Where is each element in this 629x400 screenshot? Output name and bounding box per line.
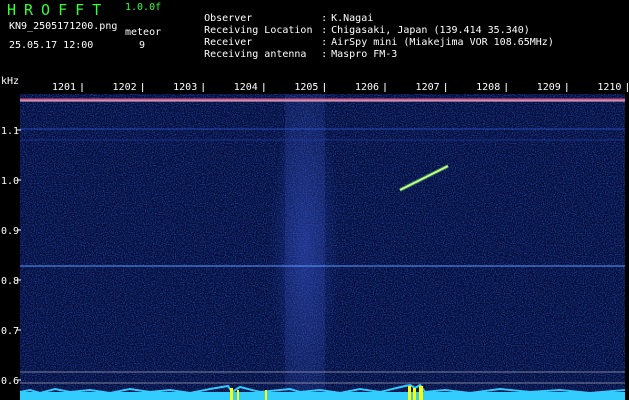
x-tick-label: 1206	[355, 82, 379, 93]
y-tick-label: 1.0	[1, 176, 19, 187]
x-tick-label: 1201	[52, 82, 76, 93]
info-key: Receiving antenna	[204, 49, 307, 60]
x-tick-label: 1210	[597, 82, 621, 93]
meteor-label: meteor	[125, 27, 162, 38]
version-label: 1.0.0f	[125, 2, 162, 13]
y-tick-label: 0.8	[1, 276, 19, 287]
echo-marker	[413, 388, 416, 400]
x-tick-label: 1204	[234, 82, 258, 93]
filename-label: KN9_2505171200.png	[9, 21, 118, 32]
x-tick-label: 1205	[294, 82, 318, 93]
x-tick-label: 1202	[113, 82, 137, 93]
y-tick-label: 0.9	[1, 226, 19, 237]
echo-marker	[237, 390, 239, 400]
echo-marker	[265, 390, 267, 400]
y-tick-label: 0.6	[1, 376, 19, 387]
echo-marker	[419, 386, 423, 400]
datetime-label: 25.05.17 12:00	[9, 40, 94, 51]
x-ticks: 1201 1202 1203 1204 1205 1206 1207 1208 1209 1210	[52, 82, 628, 93]
spectrogram-waterfall: kHz 1.11.00.90.80.70.6 1201 1202 1203 1204 1…	[1, 76, 628, 400]
x-tick-label: 1208	[476, 82, 500, 93]
echo-marker	[408, 386, 411, 400]
y-ticks: 1.1 1.0 0.9 0.8 0.7 0.6	[1, 126, 21, 387]
x-tick-label: 1207	[416, 82, 440, 93]
app-title: HROFFT	[7, 1, 110, 19]
info-separator: :	[321, 49, 328, 60]
y-tick-label: 0.7	[1, 326, 19, 337]
echo-marker	[230, 388, 233, 400]
info-value: Maspro FM-3	[331, 49, 398, 60]
x-tick-label: 1209	[537, 82, 561, 93]
meteor-count: 9	[139, 40, 146, 51]
x-tick-label: 1203	[173, 82, 197, 93]
y-tick-label: 1.1	[1, 126, 19, 137]
y-unit-label: kHz	[1, 76, 19, 87]
info-row-antenna: Receiving antenna: Maspro FM-3	[180, 37, 397, 73]
